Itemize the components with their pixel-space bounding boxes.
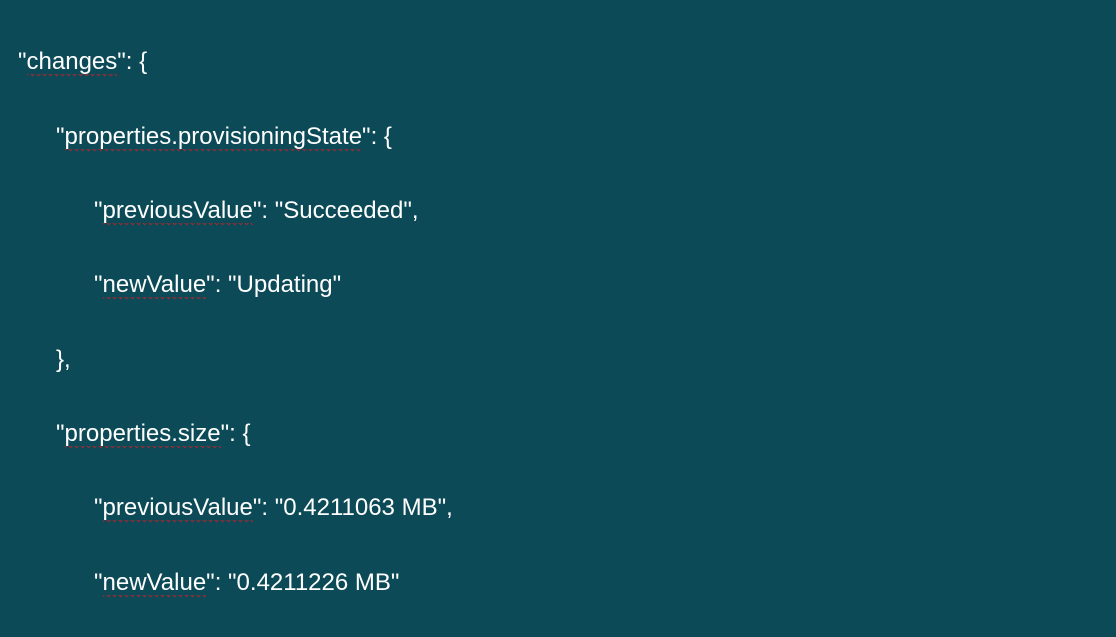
json-value: Updating <box>237 271 333 298</box>
json-value: 0.4211063 MB <box>283 494 437 521</box>
code-line: }, <box>0 341 1116 378</box>
json-key: newValue <box>103 569 207 598</box>
code-line: "changes": { <box>0 43 1116 80</box>
json-value: 0.4211226 MB <box>237 569 391 596</box>
code-line: "newValue": "Updating" <box>0 266 1116 303</box>
json-key: previousValue <box>103 494 253 523</box>
json-value: Succeeded <box>283 197 403 224</box>
json-key: properties.size <box>65 420 221 449</box>
code-line: "previousValue": "Succeeded", <box>0 192 1116 229</box>
json-key: changes <box>27 48 118 77</box>
code-line: "properties.size": { <box>0 415 1116 452</box>
json-key: newValue <box>103 271 207 300</box>
json-key: previousValue <box>103 197 253 226</box>
code-line: "properties.provisioningState": { <box>0 118 1116 155</box>
code-line: "newValue": "0.4211226 MB" <box>0 564 1116 601</box>
code-line: "previousValue": "0.4211063 MB", <box>0 489 1116 526</box>
json-code-block: "changes": { "properties.provisioningSta… <box>0 0 1116 637</box>
json-key: properties.provisioningState <box>65 123 363 152</box>
